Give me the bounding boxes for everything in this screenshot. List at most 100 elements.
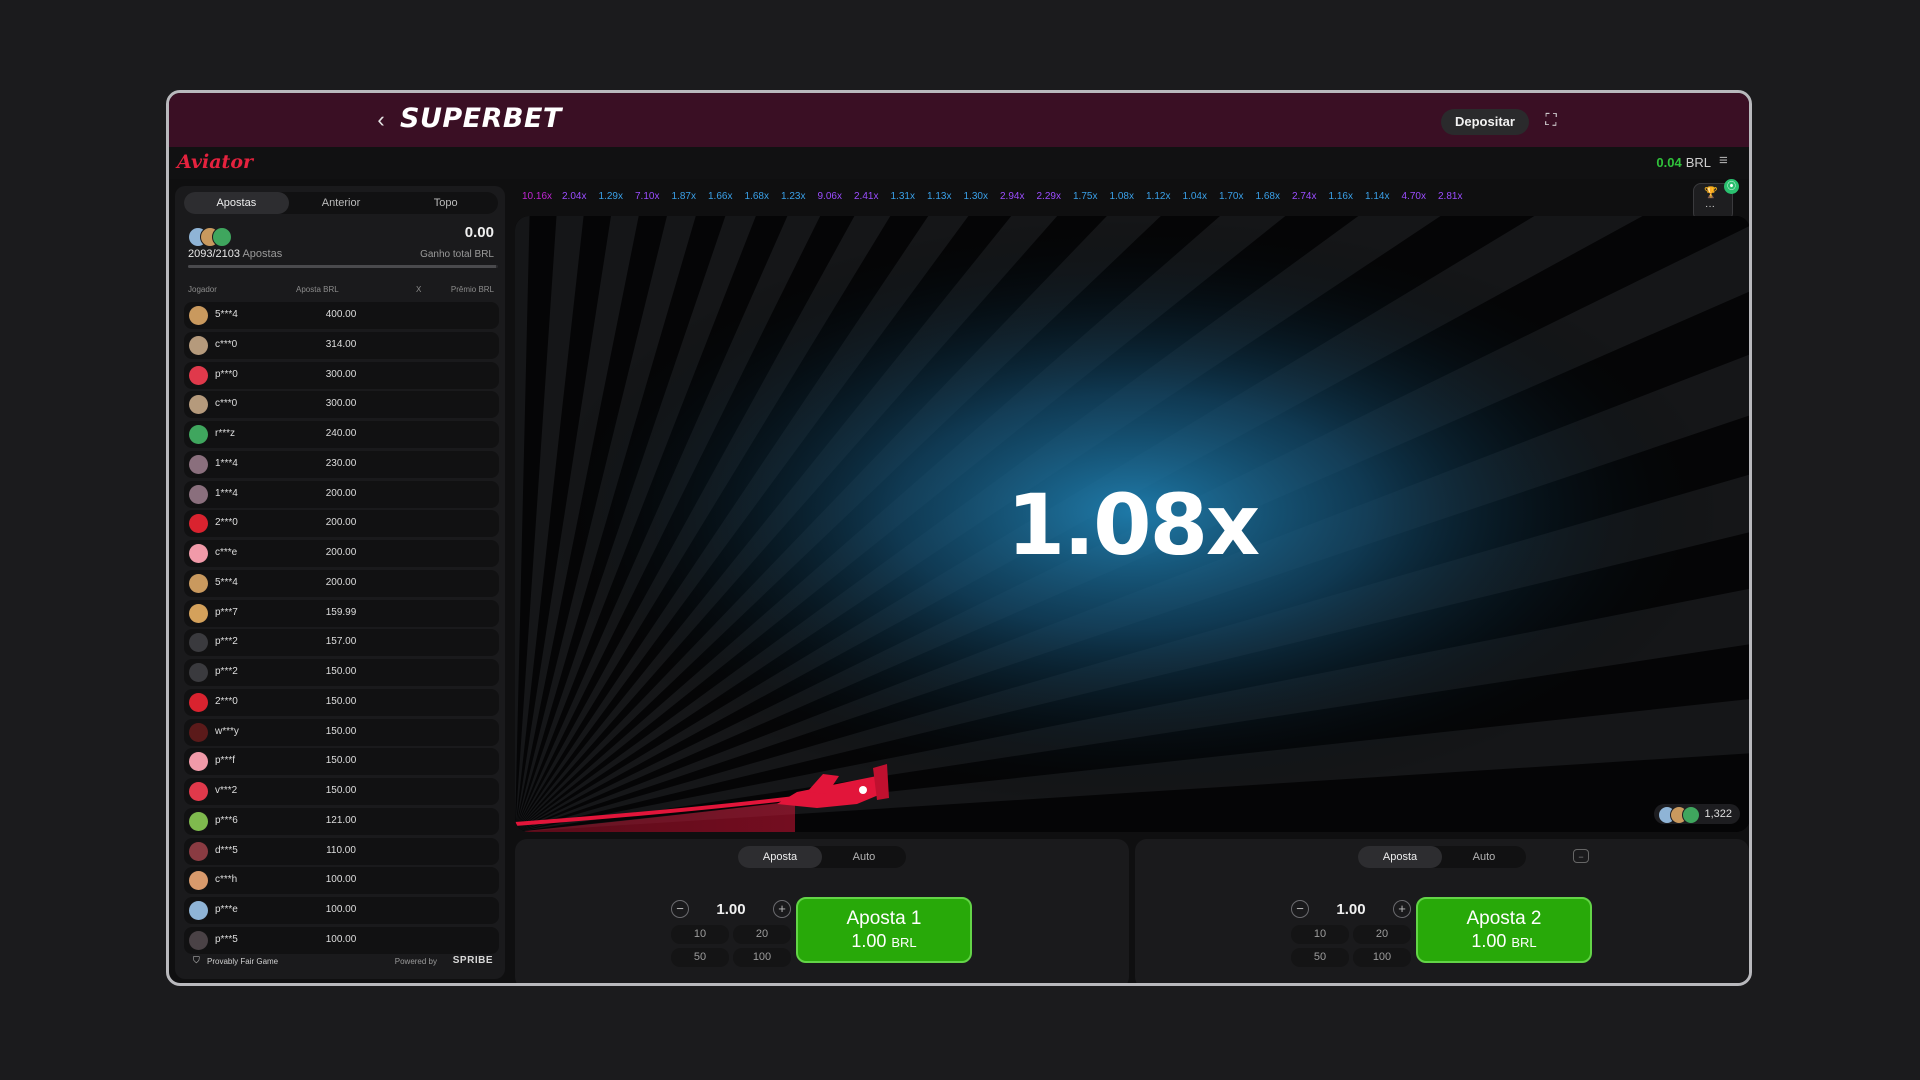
quick-stake-50[interactable]: 50: [671, 948, 729, 967]
decrease-stake-button[interactable]: −: [1291, 900, 1309, 918]
history-multiplier: 1.70x: [1219, 191, 1244, 202]
trophy-icon: 🏆: [1704, 187, 1718, 199]
table-row: 1***4 200.00: [184, 480, 499, 508]
tab-topo[interactable]: Topo: [393, 192, 498, 214]
bet-amount: 159.99: [325, 606, 357, 618]
tab-auto[interactable]: Auto: [822, 846, 906, 868]
back-icon[interactable]: ‹: [368, 107, 394, 133]
table-row: p***2 150.00: [184, 659, 499, 686]
quick-stake-20[interactable]: 20: [733, 925, 791, 944]
col-multiplier: X: [416, 285, 422, 294]
increase-stake-button[interactable]: +: [773, 900, 791, 918]
bets-tabs: Apostas Anterior Topo: [184, 192, 498, 214]
history-multiplier: 1.29x: [598, 191, 623, 202]
bet-amount: 200.00: [325, 576, 357, 588]
history-multiplier: 9.06x: [817, 191, 842, 202]
bet-amount: 100.00: [325, 904, 357, 915]
player-name: r***z: [215, 428, 236, 439]
bet-amount: 100.00: [325, 874, 357, 886]
player-name: 5***4: [215, 309, 238, 320]
avatar: [189, 603, 208, 623]
bet-amount: 400.00: [325, 309, 357, 320]
player-name: 2***0: [215, 695, 238, 707]
player-name: c***0: [215, 338, 238, 350]
stake-value[interactable]: 1.00: [1315, 901, 1387, 918]
avatar: [189, 484, 208, 504]
avatar: [189, 901, 208, 920]
stake-control: − 1.00 + 10 20 50 100: [1291, 897, 1411, 967]
table-row: 1***4 230.00: [184, 450, 499, 478]
player-name: p***f: [215, 755, 236, 767]
place-bet-2-button[interactable]: Aposta 2 1.00 BRL: [1416, 897, 1592, 963]
tab-aposta[interactable]: Aposta: [1358, 846, 1442, 868]
fullscreen-icon[interactable]: ⛶: [1539, 109, 1563, 133]
history-multiplier: 1.68x: [744, 191, 769, 202]
quick-stake-10[interactable]: 10: [1291, 925, 1349, 944]
player-name: p***2: [215, 636, 238, 648]
tab-anterior[interactable]: Anterior: [289, 192, 394, 214]
tab-auto[interactable]: Auto: [1442, 846, 1526, 868]
bet-amount: 150.00: [325, 785, 357, 796]
deposit-button[interactable]: Depositar: [1441, 109, 1529, 135]
tab-apostas[interactable]: Apostas: [184, 192, 289, 214]
quick-stake-10[interactable]: 10: [671, 925, 729, 944]
avatar: [189, 782, 208, 801]
bet-amount: 300.00: [325, 368, 357, 380]
player-name: w***y: [215, 725, 239, 737]
history-multiplier: 1.12x: [1146, 191, 1171, 202]
total-win-value: 0.00: [464, 224, 494, 241]
player-name: p***5: [215, 933, 238, 945]
quick-stake-100[interactable]: 100: [733, 948, 791, 967]
stake-value[interactable]: 1.00: [695, 901, 767, 918]
quick-stake-100[interactable]: 100: [1353, 948, 1411, 967]
history-multiplier: 1.87x: [671, 191, 696, 202]
table-row: c***0 300.00: [184, 391, 499, 419]
provably-fair-link[interactable]: Provably Fair Game: [207, 957, 278, 966]
bet-button-amount: 1.00: [1471, 931, 1507, 951]
player-name: p***6: [215, 814, 238, 826]
increase-stake-button[interactable]: +: [1393, 900, 1411, 918]
history-multiplier: 2.94x: [1000, 191, 1025, 202]
bet-amount: 314.00: [325, 338, 357, 350]
table-row: p***7 159.99: [184, 599, 499, 627]
history-dots: ···: [1705, 201, 1715, 212]
avatar: [189, 335, 208, 355]
place-bet-1-button[interactable]: Aposta 1 1.00 BRL: [796, 897, 972, 963]
bet-button-currency: BRL: [891, 935, 917, 950]
table-row: 2***0 200.00: [184, 510, 499, 538]
bet-button-currency: BRL: [1511, 935, 1537, 950]
aviator-logo: Aviator: [177, 151, 253, 173]
quick-stake-20[interactable]: 20: [1353, 925, 1411, 944]
avatar: [189, 811, 208, 831]
menu-icon[interactable]: ≡: [1719, 153, 1735, 169]
game-canvas: 1.08x 1,322: [515, 216, 1749, 832]
table-row: v***2 150.00: [184, 778, 499, 805]
player-name: 2***0: [215, 517, 238, 529]
player-name: p***e: [215, 904, 238, 915]
bet-amount: 100.00: [325, 933, 357, 945]
total-win-label: Ganho total BRL: [420, 249, 494, 260]
history-multiplier: 1.30x: [963, 191, 988, 202]
player-name: 1***4: [215, 457, 238, 469]
tab-aposta[interactable]: Aposta: [738, 846, 822, 868]
remove-panel-icon[interactable]: −: [1573, 849, 1589, 863]
player-name: c***h: [215, 874, 238, 886]
multiplier-history: 10.16x 2.04x 1.29x 7.10x 1.87x 1.66x 1.68x 1.23…: [522, 189, 1522, 207]
table-row: 2***0 150.00: [184, 688, 499, 716]
table-row: p***0 300.00: [184, 361, 499, 389]
app-window: ‹ SUPERBET Depositar ⛶ Aviator 0.04 BRL ≡…: [166, 90, 1752, 986]
avatar: [189, 454, 208, 474]
bet-amount: 200.00: [325, 487, 357, 499]
player-name: 1***4: [215, 487, 238, 499]
decrease-stake-button[interactable]: −: [671, 900, 689, 918]
bets-list: 5***4 400.00 c***0 314.00 p***0 300.00 c***0 30…: [184, 302, 499, 957]
powered-by-label: Powered by: [394, 957, 437, 966]
avatar: [189, 722, 208, 742]
bet-amount: 110.00: [326, 844, 356, 856]
avatar: [189, 544, 208, 563]
quick-stake-50[interactable]: 50: [1291, 948, 1349, 967]
history-multiplier: 1.13x: [927, 191, 952, 202]
chat-badge-icon[interactable]: ⦿: [1724, 179, 1739, 194]
spribe-logo: SPRIBE: [452, 955, 493, 966]
bets-count: 2093/2103 Apostas: [188, 248, 282, 260]
